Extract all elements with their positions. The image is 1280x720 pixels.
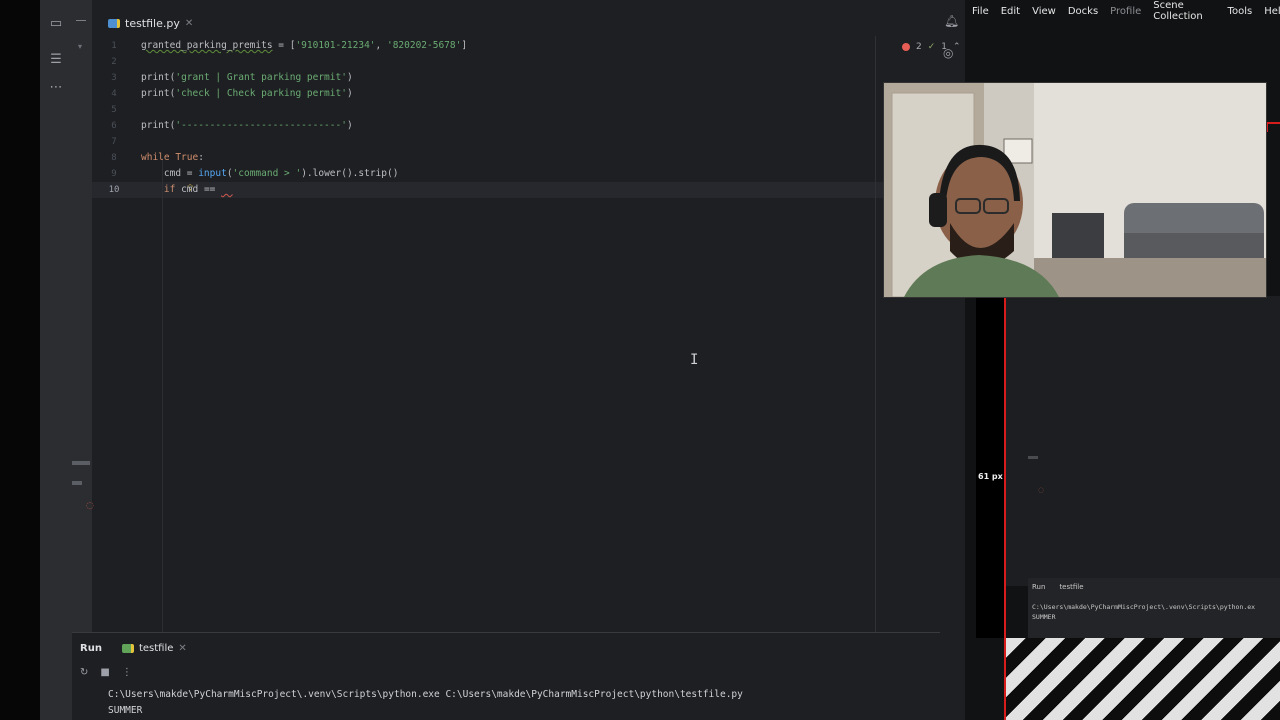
tab-testfile-run[interactable]: testfile ✕ [121,642,187,654]
code-line-4: print('check | Check parking permit') [141,88,353,99]
warning-count: 1 [941,42,948,52]
debug-icon: ◌ [1038,486,1045,494]
preview-run-tab: testfile [1059,583,1084,591]
rerun-icon[interactable]: ↻ [80,667,88,678]
run-console-output[interactable]: C:\Users\makde\PyCharmMiscProject\.venv\… [108,687,743,719]
structure-icon[interactable]: ☰ [48,52,64,68]
minimize-icon[interactable] [76,20,86,21]
collapsed-panel-marks: ◌ [72,455,94,635]
code-line-6: print('----------------------------') [141,120,353,131]
chevron-up-icon[interactable]: ⌃ [953,42,961,52]
left-black-strip [0,0,40,720]
preview-console: C:\Users\makde\PyCharmMiscProject\.venv\… [1032,602,1255,622]
project-folder-icon[interactable]: ▭ [48,16,64,32]
line-number: 7 [111,137,117,147]
pycharm-window: ▭ ☰ ⋯ ▾ testfile.py ✕ 🔔︎ ◎ 1 2 3 4 5 6 7… [40,0,965,720]
error-count: 2 [916,42,922,52]
console-line: SUMMER [108,705,143,716]
menu-file[interactable]: File [972,6,989,17]
preview-run-title: Run [1032,583,1046,591]
line-number: 9 [111,169,117,179]
stop-icon[interactable]: ■ [100,667,109,678]
indent-guide [162,158,163,658]
chevron-down-icon[interactable]: ▾ [78,42,82,51]
python-file-icon [108,18,120,28]
code-line-10: if cmd == [163,184,222,195]
line-number: 8 [111,153,117,163]
run-toolbar: ↻ ■ ⋮ [80,667,132,678]
minimize-icon[interactable] [72,481,82,485]
divider [72,461,90,465]
menu-edit[interactable]: Edit [1001,6,1020,17]
run-title: Run [80,642,102,654]
preview-left-edge [976,296,1004,638]
menu-scene-collection[interactable]: Scene Collection [1153,0,1215,22]
line-number-current: 10 [108,185,120,195]
code-line-3: print('grant | Grant parking permit') [141,72,353,83]
editor-tab-bar: testfile.py ✕ [92,10,940,38]
line-number: 4 [111,89,117,99]
code-line-9: cmd = input('command > ').lower().strip(… [141,168,399,179]
preview-run-tabs: Run testfile [1032,583,1084,591]
menu-tools[interactable]: Tools [1228,6,1253,17]
tab-label: testfile.py [125,16,180,30]
menu-help[interactable]: Help [1264,6,1280,17]
run-tool-window: Run testfile ✕ ↻ ■ ⋮ C:\Users\makde\PyCh… [72,632,940,720]
close-icon[interactable]: ✕ [185,18,193,29]
more-options-icon[interactable]: ⋮ [122,667,132,678]
close-icon[interactable]: ✕ [178,643,186,654]
distance-label: 61 px [978,472,1003,481]
webcam-feed-image [884,83,1266,297]
hazard-stripes [1006,638,1280,720]
check-icon: ✓ [927,42,936,52]
error-icon [902,43,910,51]
console-line: C:\Users\makde\PyCharmMiscProject\.venv\… [108,689,743,700]
obs-preview[interactable]: ◌ [1006,296,1280,586]
python-run-icon [121,643,134,653]
preview-run-panel: Run testfile C:\Users\makde\PyCharmMiscP… [1028,578,1280,638]
debug-icon[interactable]: ◌ [86,501,94,511]
code-editor[interactable]: 1 2 3 4 5 6 7 8 9 10 💡︎ granted_parking_… [92,36,961,658]
line-number: 6 [111,121,117,131]
webcam-overlay [883,82,1267,298]
run-tab-label: testfile [138,642,174,654]
selection-corner [1266,122,1280,132]
run-tab-bar: Run testfile ✕ [72,637,187,659]
code-line-8: while True: [141,152,204,163]
right-margin-guide [875,36,876,632]
notifications-icon[interactable]: 🔔︎ [944,14,959,28]
menu-view[interactable]: View [1032,6,1056,17]
line-number: 2 [111,57,117,67]
console-line: SUMMER [1032,613,1056,621]
preview-mark [1028,456,1038,459]
inspection-widget[interactable]: 2 ✓ 1 ⌃ ⌄ [902,42,965,52]
tool-window-strip: ▭ ☰ ⋯ [40,0,73,720]
menu-docks[interactable]: Docks [1068,6,1098,17]
line-number-gutter: 1 2 3 4 5 6 7 8 9 10 [92,36,140,632]
line-number: 5 [111,105,117,115]
tab-testfile[interactable]: testfile.py ✕ [100,10,202,38]
more-tools-icon[interactable]: ⋯ [48,80,64,96]
line-number: 3 [111,73,117,83]
text-cursor-icon: I [690,352,699,368]
code-line-1: granted_parking_premits = ['910101-21234… [141,40,468,51]
line-number: 1 [111,41,117,51]
console-line: C:\Users\makde\PyCharmMiscProject\.venv\… [1032,603,1256,611]
menu-profile[interactable]: Profile [1110,6,1141,17]
obs-menu-bar: File Edit View Docks Profile Scene Colle… [965,0,1280,22]
